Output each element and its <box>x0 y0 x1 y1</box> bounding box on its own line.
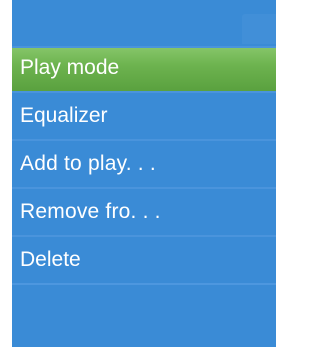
header-indicator <box>242 14 276 44</box>
menu-item-add-to-playlist[interactable]: Add to play. . . <box>12 139 276 187</box>
menu-item-label: Remove fro. . . <box>20 200 161 223</box>
device-screen: Play mode Equalizer Add to play. . . Rem… <box>12 0 276 347</box>
menu-item-label: Play mode <box>20 56 120 79</box>
menu-item-remove-from[interactable]: Remove fro. . . <box>12 187 276 235</box>
menu-item-delete[interactable]: Delete <box>12 235 276 283</box>
header-bar <box>12 0 276 44</box>
menu-list: Play mode Equalizer Add to play. . . Rem… <box>12 46 276 285</box>
menu-item-equalizer[interactable]: Equalizer <box>12 91 276 139</box>
menu-item-label: Delete <box>20 248 81 271</box>
menu-item-label: Equalizer <box>20 104 108 127</box>
menu-divider <box>12 283 276 285</box>
menu-item-label: Add to play. . . <box>20 152 156 175</box>
menu-item-play-mode[interactable]: Play mode <box>12 46 276 91</box>
